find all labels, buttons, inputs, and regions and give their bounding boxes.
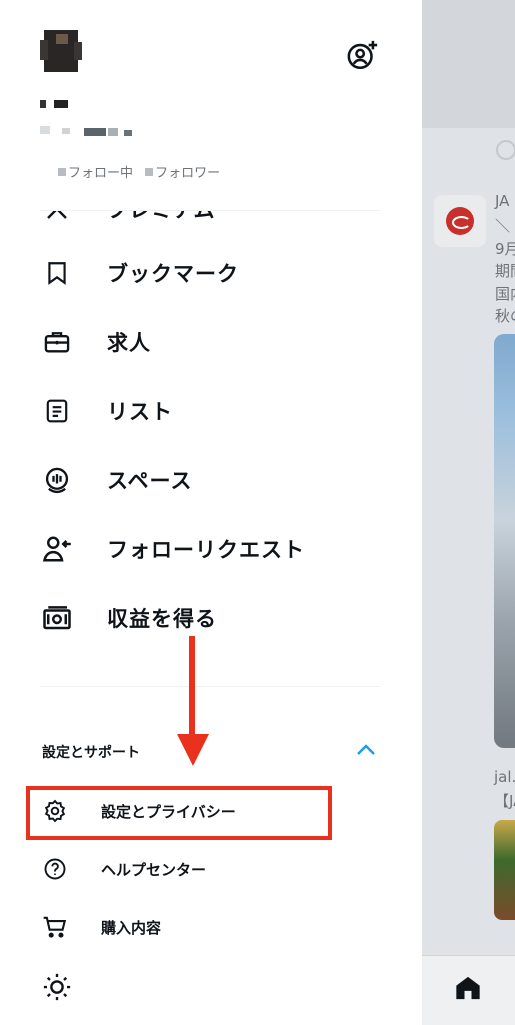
timeline-header (422, 0, 515, 128)
tweet-text-line: ＼ (495, 217, 511, 235)
divider (40, 686, 380, 687)
menu-item-bookmarks[interactable]: ブックマーク (40, 253, 239, 293)
menu-item-label: フォローリクエスト (107, 538, 305, 562)
section-header-settings-support[interactable]: 設定とサポート (42, 742, 140, 762)
add-account-icon[interactable] (346, 38, 380, 76)
tweet-text-line: 期間 (495, 262, 515, 280)
tweet-text-line: 国内 (495, 285, 515, 303)
home-icon[interactable] (454, 974, 482, 1006)
follow-request-icon (40, 532, 74, 566)
annotation-arrow-head (177, 734, 209, 766)
menu-item-premium[interactable]: プレミアム (40, 211, 380, 221)
side-drawer: フォロー中 フォロワー プレミアム ブックマーク 求人 リスト (0, 0, 422, 1024)
avatar[interactable] (40, 30, 82, 72)
tweet-text-line: 9月 (495, 240, 515, 258)
menu-item-lists[interactable]: リスト (40, 391, 173, 431)
user-handle (40, 124, 132, 136)
followers-stat[interactable]: フォロワー (145, 166, 220, 181)
menu-item-label: 購入内容 (101, 918, 162, 937)
cart-icon (40, 912, 70, 942)
tweet-text-line: 【JA (494, 792, 515, 810)
jal-avatar[interactable] (434, 195, 486, 247)
menu-item-label: 求人 (107, 331, 151, 355)
help-icon (40, 854, 70, 884)
display-name (40, 100, 68, 108)
follow-stats: フォロー中 フォロワー (58, 162, 220, 181)
menu-item-label: スペース (107, 469, 193, 493)
jal-logo-icon (446, 207, 474, 235)
annotation-highlight-box (26, 786, 332, 840)
following-count (58, 168, 66, 176)
menu-item-jobs[interactable]: 求人 (40, 322, 151, 362)
tweet-image[interactable] (494, 820, 515, 920)
bottom-nav-bar (422, 955, 515, 1025)
spaces-icon (40, 463, 74, 497)
menu-item-label: リスト (107, 400, 173, 424)
tweet-link: jal. (494, 768, 515, 786)
chevron-up-icon[interactable] (356, 742, 376, 756)
menu-item-label: プレミアム (107, 211, 216, 221)
x-premium-icon (40, 211, 74, 221)
tweet-image[interactable] (494, 334, 515, 748)
menu-item-help-center[interactable]: ヘルプセンター (40, 851, 206, 887)
following-stat[interactable]: フォロー中 (58, 166, 133, 181)
annotation-arrow (189, 636, 195, 736)
menu-item-label: ヘルプセンター (101, 860, 207, 879)
monetization-icon (40, 601, 74, 635)
search-icon (496, 140, 515, 160)
tweet-text-line: 秋の (495, 307, 515, 325)
followers-count (145, 168, 154, 176)
menu-item-follow-requests[interactable]: フォローリクエスト (40, 529, 305, 569)
briefcase-icon (40, 325, 74, 359)
bookmark-icon (40, 256, 74, 290)
menu-item-label: 収益を得る (107, 607, 217, 631)
menu-item-label: ブックマーク (107, 262, 239, 286)
menu-item-purchases[interactable]: 購入内容 (40, 909, 161, 945)
menu-item-monetization[interactable]: 収益を得る (40, 598, 217, 638)
list-icon (40, 394, 74, 428)
tweet-author: JA (495, 192, 510, 210)
menu-item-spaces[interactable]: スペース (40, 460, 192, 500)
display-theme-icon[interactable] (42, 972, 72, 1006)
